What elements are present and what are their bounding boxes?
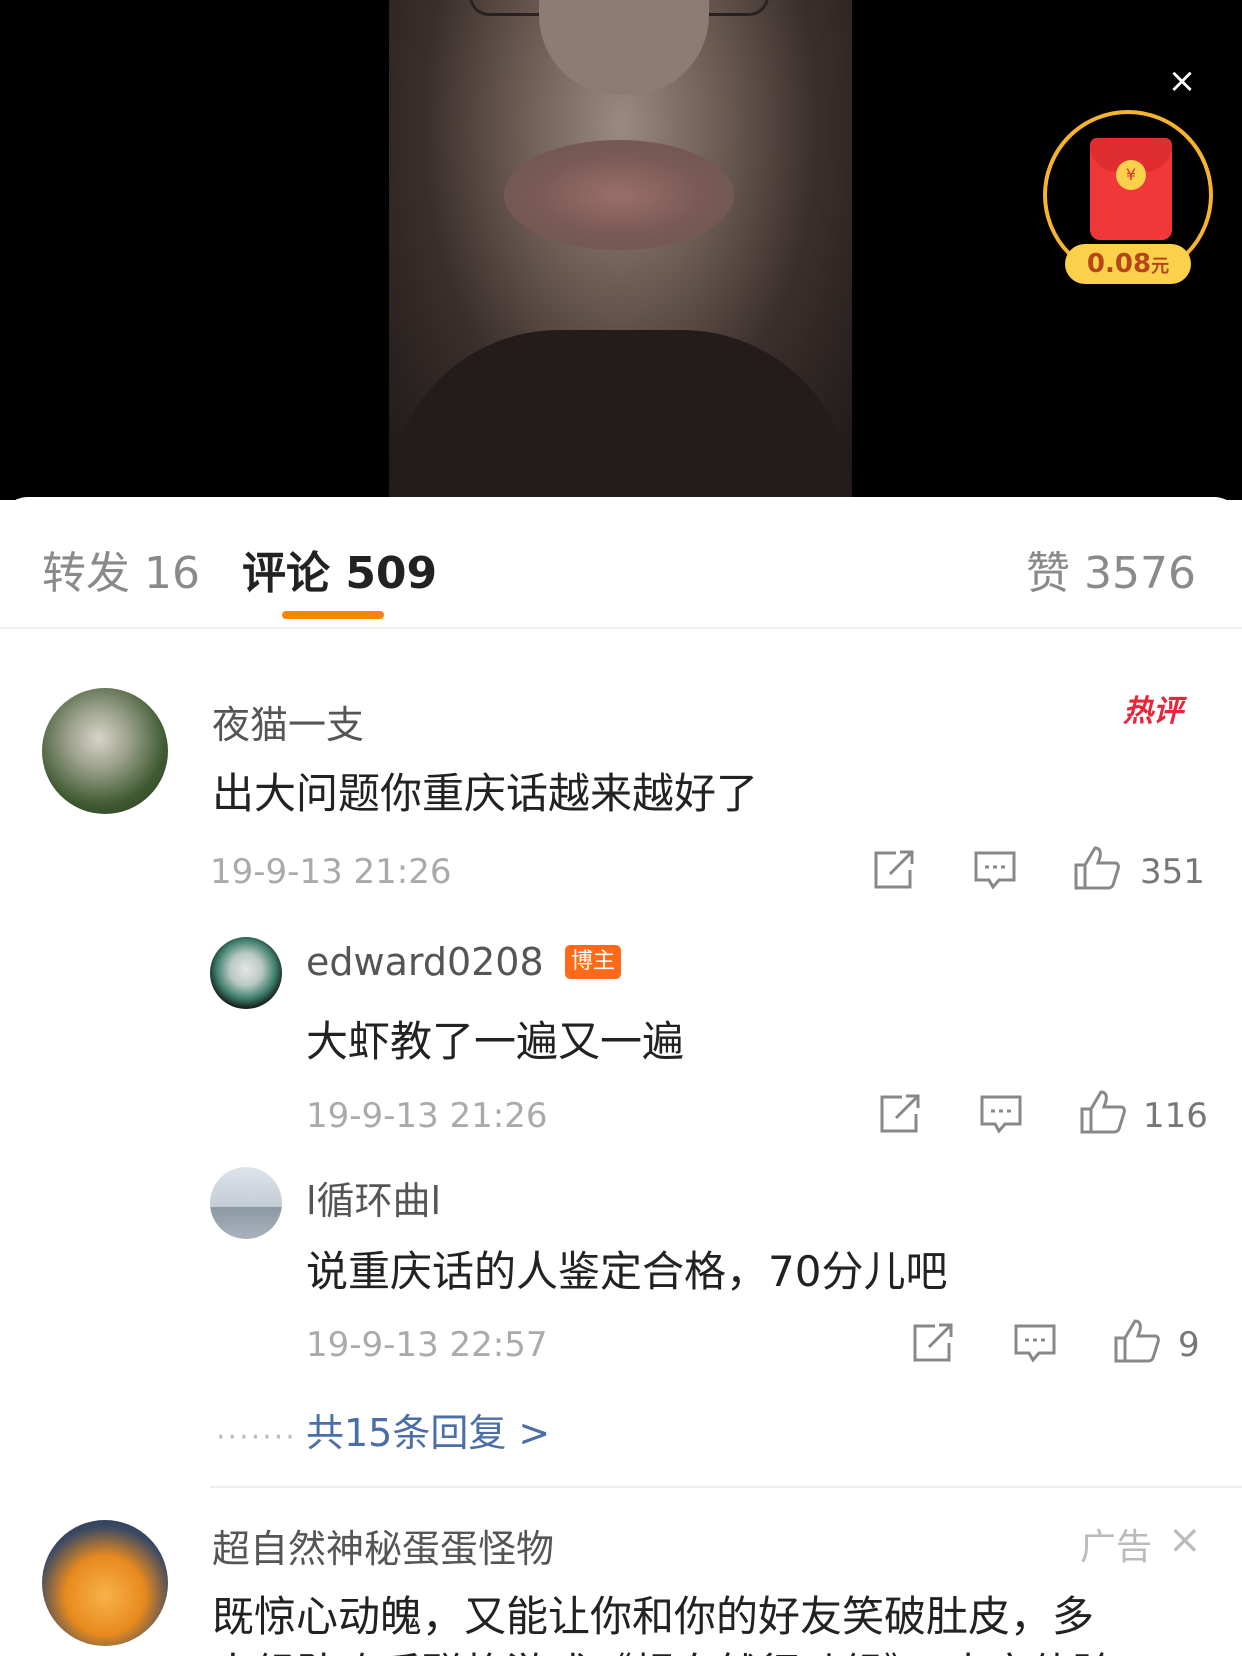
more-replies-link[interactable]: 共15条回复 > xyxy=(306,1402,550,1457)
reply-username[interactable]: l循环曲l xyxy=(306,1170,441,1225)
comment-time: 19-9-13 21:26 xyxy=(210,852,452,892)
reply-time: 19-9-13 21:26 xyxy=(306,1096,548,1136)
divider xyxy=(210,1486,1242,1488)
comment-text: 出大问题你重庆话越来越好了 xyxy=(212,769,759,818)
video-face xyxy=(539,0,709,95)
tab-active-indicator xyxy=(282,611,384,619)
tab-comments[interactable]: 评论 509 xyxy=(242,537,437,601)
share-icon[interactable] xyxy=(872,850,916,890)
ad-label: 广告 xyxy=(1080,1527,1153,1568)
share-icon[interactable] xyxy=(911,1323,955,1363)
tab-likes[interactable]: 赞 3576 xyxy=(1026,537,1196,601)
author-badge: 博主 xyxy=(565,945,621,979)
video-frame xyxy=(389,0,852,500)
comment-username[interactable]: 夜猫一支 xyxy=(212,694,364,749)
share-icon[interactable] xyxy=(878,1094,922,1134)
tab-bar: 转发 16 评论 509 赞 3576 xyxy=(0,497,1242,629)
comment-sheet: 转发 16 评论 509 赞 3576 xyxy=(0,497,1242,1656)
avatar[interactable] xyxy=(210,937,282,1009)
avatar[interactable] xyxy=(42,1520,168,1646)
red-packet-button[interactable]: ¥ 0.08元 xyxy=(1043,110,1213,284)
avatar[interactable] xyxy=(210,1167,282,1239)
ad-text-line2: 人组队攻后聪格游戏《超自然行动组》，真实体验 xyxy=(212,1640,1115,1656)
ad-text: 既惊心动魄，又能让你和你的好友笑破肚皮，多 xyxy=(212,1592,1095,1641)
hot-comment-badge: 热评 xyxy=(1123,694,1183,729)
reply-username[interactable]: edward0208 xyxy=(306,940,544,984)
like-count: 9 xyxy=(1178,1325,1200,1365)
close-icon[interactable]: × xyxy=(1166,64,1198,98)
like-icon[interactable] xyxy=(1113,1318,1161,1364)
red-packet-amount: 0.08元 xyxy=(1065,244,1191,284)
reply-icon[interactable] xyxy=(1013,1323,1057,1363)
like-count: 116 xyxy=(1143,1096,1208,1136)
video-shirt xyxy=(389,330,852,500)
ad-username[interactable]: 超自然神秘蛋蛋怪物 xyxy=(212,1518,554,1573)
like-count: 351 xyxy=(1140,852,1205,892)
reply-time: 19-9-13 22:57 xyxy=(306,1325,548,1365)
red-envelope-icon: ¥ xyxy=(1090,138,1172,240)
reply-icon[interactable] xyxy=(973,850,1017,890)
more-dots-icon: ······· xyxy=(216,1420,297,1455)
tab-repost[interactable]: 转发 16 xyxy=(42,537,200,601)
video-mouth xyxy=(504,140,734,250)
like-icon[interactable] xyxy=(1073,845,1121,891)
like-icon[interactable] xyxy=(1079,1089,1127,1135)
video-player[interactable]: × ¥ 0.08元 xyxy=(0,0,1242,500)
coin-icon: ¥ xyxy=(1116,160,1146,190)
reply-text: 说重庆话的人鉴定合格，70分儿吧 xyxy=(306,1247,948,1296)
reply-text: 大虾教了一遍又一遍 xyxy=(306,1017,685,1066)
reply-icon[interactable] xyxy=(979,1094,1023,1134)
red-packet-unit: 元 xyxy=(1151,256,1170,277)
red-packet-value: 0.08 xyxy=(1086,249,1152,279)
close-icon[interactable]: × xyxy=(1168,1520,1202,1560)
avatar[interactable] xyxy=(42,688,168,814)
